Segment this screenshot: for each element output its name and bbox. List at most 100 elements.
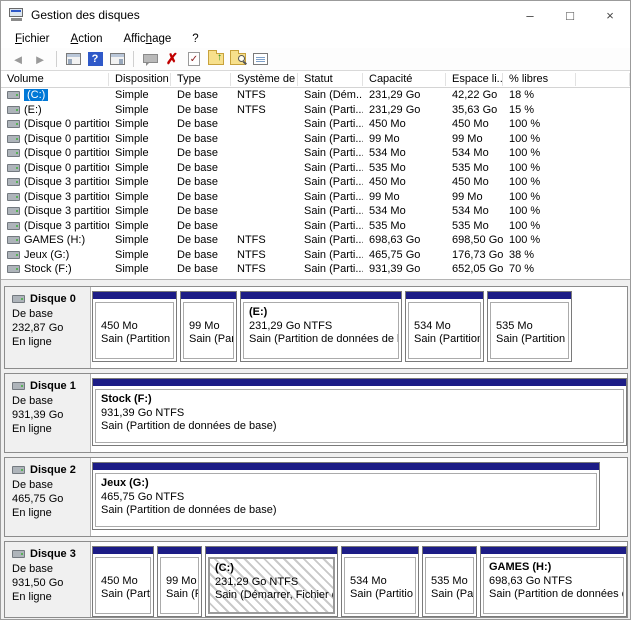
- properties-list-icon[interactable]: [250, 50, 270, 68]
- title-bar: Gestion des disques – □ ×: [1, 1, 630, 29]
- toolbar-separator: [133, 51, 134, 67]
- console-tree-icon[interactable]: [63, 50, 83, 68]
- disk-icon: [12, 295, 25, 303]
- partition[interactable]: 450 MoSain (Partitio: [92, 546, 154, 617]
- volume-list-header: Volume Disposition Type Système de ... S…: [1, 71, 630, 88]
- volume-icon: [7, 236, 20, 245]
- volume-icon: [7, 178, 20, 187]
- col-filler: [576, 72, 630, 86]
- partition-color-bar: [93, 379, 626, 387]
- action-pane-icon[interactable]: [107, 50, 127, 68]
- disk-row-2: Disque 2 De base 465,75 Go En ligne Jeux…: [4, 457, 628, 537]
- table-row[interactable]: (Disque 0 partition... Simple De base Sa…: [1, 146, 630, 161]
- col-type[interactable]: Type: [171, 72, 231, 86]
- toolbar: ◄ ► ? ✗ ✓ ↑: [1, 48, 630, 71]
- partition[interactable]: Jeux (G:) 465,75 Go NTFS Sain (Partition d…: [92, 462, 600, 530]
- volume-icon: [7, 134, 20, 143]
- disk-panel-3[interactable]: Disque 3 De base 931,50 Go En ligne: [5, 542, 91, 617]
- volume-icon: [7, 120, 20, 129]
- table-row[interactable]: (Disque 0 partition... Simple De base Sa…: [1, 117, 630, 132]
- table-row[interactable]: (Disque 0 partition... Simple De base Sa…: [1, 132, 630, 147]
- disk-graph-area: Disque 0 De base 232,87 Go En ligne 450 …: [1, 280, 630, 619]
- partition-color-bar: [481, 547, 626, 555]
- delete-volume-icon[interactable]: ✗: [162, 50, 182, 68]
- table-row[interactable]: GAMES (H:) Simple De base NTFS Sain (Par…: [1, 233, 630, 248]
- partition-color-bar: [93, 292, 176, 300]
- table-row[interactable]: (C:) Simple De base NTFS Sain (Dém... 23…: [1, 88, 630, 103]
- volume-list: Volume Disposition Type Système de ... S…: [1, 71, 630, 280]
- col-volume[interactable]: Volume: [1, 72, 109, 86]
- table-row[interactable]: (Disque 0 partition... Simple De base Sa…: [1, 161, 630, 176]
- menu-bar: Fichier Action Affichage ?: [1, 29, 630, 48]
- minimize-button[interactable]: –: [510, 1, 550, 29]
- table-row[interactable]: (Disque 3 partition... Simple De base Sa…: [1, 175, 630, 190]
- volume-icon: [7, 91, 20, 100]
- folder-explore-icon[interactable]: [228, 50, 248, 68]
- menu-affichage[interactable]: Affichage: [118, 32, 176, 46]
- volume-icon: [7, 207, 20, 216]
- partition[interactable]: 535 MoSain (Partitio: [422, 546, 477, 617]
- volume-icon: [7, 163, 20, 172]
- partition-color-bar: [241, 292, 401, 300]
- partition-color-bar: [93, 547, 153, 555]
- partition-color-bar: [181, 292, 236, 300]
- toolbar-separator: [56, 51, 57, 67]
- partition-color-bar: [488, 292, 571, 300]
- table-row[interactable]: Stock (F:) Simple De base NTFS Sain (Par…: [1, 262, 630, 277]
- maximize-button[interactable]: □: [550, 1, 590, 29]
- partition[interactable]: 450 Mo Sain (Partition c: [92, 291, 177, 362]
- volume-icon: [7, 265, 20, 274]
- partition-color-bar: [158, 547, 201, 555]
- disk-panel-0[interactable]: Disque 0 De base 232,87 Go En ligne: [5, 287, 91, 368]
- table-row[interactable]: (E:) Simple De base NTFS Sain (Parti... …: [1, 103, 630, 118]
- table-row[interactable]: Jeux (G:) Simple De base NTFS Sain (Part…: [1, 248, 630, 263]
- partition[interactable]: 534 Mo Sain (Partitio: [341, 546, 419, 617]
- partition[interactable]: GAMES (H:) 698,63 Go NTFS Sain (Partition …: [480, 546, 627, 617]
- col-disposition[interactable]: Disposition: [109, 72, 171, 86]
- col-pct-libres[interactable]: % libres: [503, 72, 576, 86]
- partition[interactable]: 99 MoSain (Partit: [180, 291, 237, 362]
- app-icon: [9, 8, 25, 22]
- partition[interactable]: (E:) 231,29 Go NTFS Sain (Partition de don…: [240, 291, 402, 362]
- close-button[interactable]: ×: [590, 1, 630, 29]
- partition-color-bar: [406, 292, 483, 300]
- disk-panel-1[interactable]: Disque 1 De base 931,39 Go En ligne: [5, 374, 91, 452]
- disk-icon: [12, 550, 25, 558]
- help-icon[interactable]: ?: [85, 50, 105, 68]
- disk-panel-2[interactable]: Disque 2 De base 465,75 Go En ligne: [5, 458, 91, 536]
- volume-icon: [7, 149, 20, 158]
- check-document-icon[interactable]: ✓: [184, 50, 204, 68]
- partition-color-bar: [93, 463, 599, 471]
- volume-icon: [7, 105, 20, 114]
- forward-icon[interactable]: ►: [30, 50, 50, 68]
- disk-management-window: Gestion des disques – □ × Fichier Action…: [0, 0, 631, 620]
- back-icon[interactable]: ◄: [8, 50, 28, 68]
- partition[interactable]: Stock (F:) 931,39 Go NTFS Sain (Partition …: [92, 378, 627, 446]
- partition[interactable]: 99 MoSain (Par: [157, 546, 202, 617]
- partition-color-bar: [342, 547, 418, 555]
- folder-open-icon[interactable]: ↑: [206, 50, 226, 68]
- partition[interactable]: 535 MoSain (Partition de: [487, 291, 572, 362]
- disk-row-3: Disque 3 De base 931,50 Go En ligne 450 …: [4, 541, 628, 618]
- menu-fichier[interactable]: Fichier: [10, 32, 55, 46]
- col-statut[interactable]: Statut: [298, 72, 363, 86]
- disk-row-0: Disque 0 De base 232,87 Go En ligne 450 …: [4, 286, 628, 369]
- col-espace-libre[interactable]: Espace li...: [446, 72, 503, 86]
- table-row[interactable]: (Disque 3 partition... Simple De base Sa…: [1, 204, 630, 219]
- volume-icon: [7, 250, 20, 259]
- partition[interactable]: 534 MoSain (Partition d: [405, 291, 484, 362]
- disk-icon: [12, 466, 25, 474]
- menu-action[interactable]: Action: [66, 32, 108, 46]
- disk-row-1: Disque 1 De base 931,39 Go En ligne Stoc…: [4, 373, 628, 453]
- volume-icon: [7, 221, 20, 230]
- window-title: Gestion des disques: [31, 8, 140, 22]
- col-capacite[interactable]: Capacité: [363, 72, 446, 86]
- popup-window-icon[interactable]: [140, 50, 160, 68]
- col-systeme[interactable]: Système de ...: [231, 72, 298, 86]
- menu-help[interactable]: ?: [187, 32, 203, 46]
- partition-color-bar: [206, 547, 337, 555]
- table-row[interactable]: (Disque 3 partition... Simple De base Sa…: [1, 190, 630, 205]
- partition-selected[interactable]: (C:) 231,29 Go NTFS Sain (Démarrer, Fichie…: [205, 546, 338, 617]
- table-row[interactable]: (Disque 3 partition... Simple De base Sa…: [1, 219, 630, 234]
- partition-color-bar: [423, 547, 476, 555]
